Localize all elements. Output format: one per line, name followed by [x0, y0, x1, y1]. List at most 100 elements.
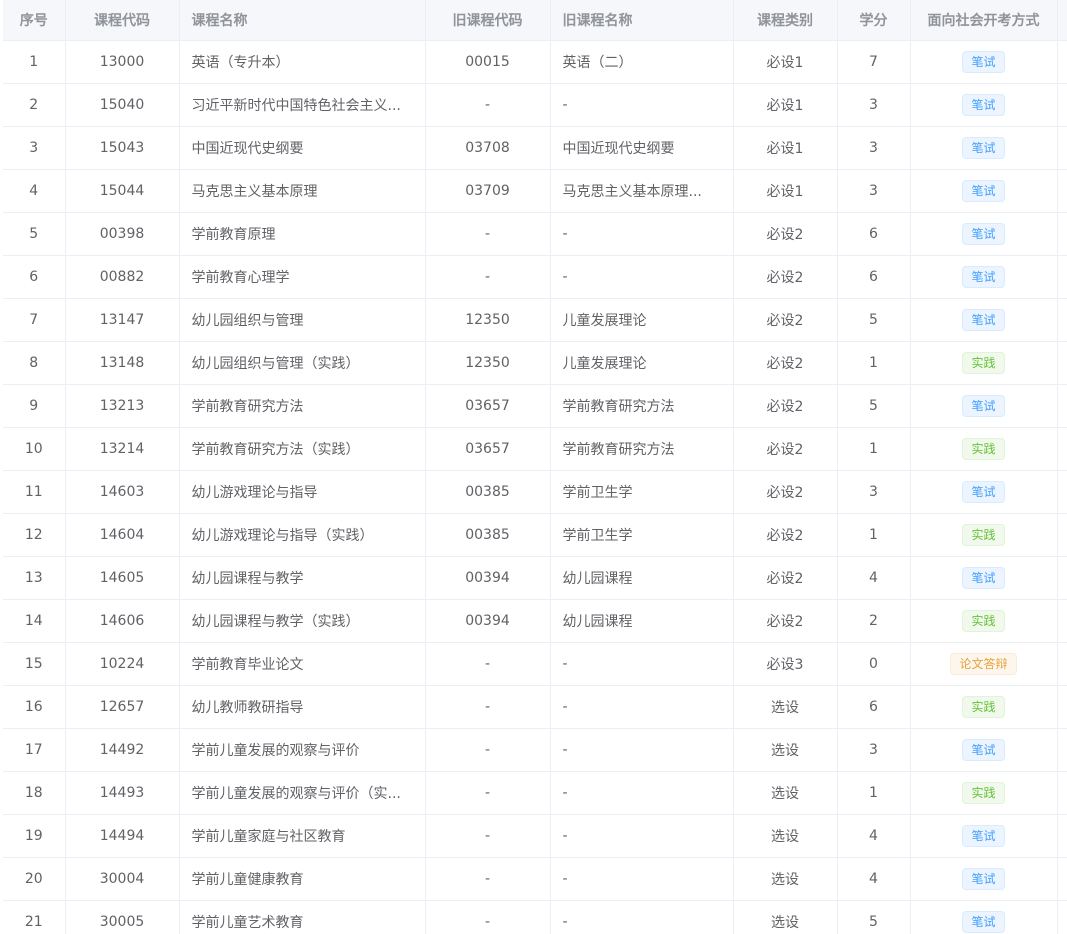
- cell-extra: [1057, 384, 1067, 428]
- table-row[interactable]: 8 13148 幼儿园组织与管理（实践） 12350 儿童发展理论 必设2 1 实践: [3, 341, 1067, 385]
- cell-credit: 3: [837, 126, 911, 170]
- cell-exam-mode: 笔试: [910, 857, 1058, 901]
- cell-credit: 5: [837, 298, 911, 342]
- cell-credit: 3: [837, 83, 911, 127]
- cell-old-course-name: 幼儿园课程: [550, 556, 734, 600]
- course-table: 序号 课程代码 课程名称 旧课程代码 旧课程名称 课程类别 学分 面向社会开考方…: [3, 0, 1067, 934]
- table-row[interactable]: 12 14604 幼儿游戏理论与指导（实践） 00385 学前卫生学 必设2 1 实践: [3, 513, 1067, 557]
- header-course-type: 课程类别: [733, 0, 838, 41]
- cell-credit: 4: [837, 857, 911, 901]
- table-row[interactable]: 2 15040 习近平新时代中国特色社会主义... - - 必设1 3 笔试: [3, 83, 1067, 127]
- cell-index: 2: [3, 83, 66, 127]
- cell-course-code: 14603: [65, 470, 180, 514]
- cell-course-code: 14604: [65, 513, 180, 557]
- cell-course-code: 00882: [65, 255, 180, 299]
- cell-exam-mode: 实践: [910, 599, 1058, 643]
- cell-index: 14: [3, 599, 66, 643]
- cell-index: 19: [3, 814, 66, 858]
- cell-credit: 1: [837, 513, 911, 557]
- table-row[interactable]: 17 14492 学前儿童发展的观察与评价 - - 选设 3 笔试: [3, 728, 1067, 772]
- cell-old-course-code: -: [425, 857, 551, 901]
- cell-extra: [1057, 771, 1067, 815]
- exam-mode-tag: 笔试: [962, 825, 1005, 847]
- table-row[interactable]: 14 14606 幼儿园课程与教学（实践） 00394 幼儿园课程 必设2 2 实践: [3, 599, 1067, 643]
- cell-index: 5: [3, 212, 66, 256]
- cell-old-course-code: -: [425, 212, 551, 256]
- table-row[interactable]: 7 13147 幼儿园组织与管理 12350 儿童发展理论 必设2 5 笔试: [3, 298, 1067, 342]
- cell-old-course-name: 学前教育研究方法: [550, 427, 734, 471]
- cell-index: 17: [3, 728, 66, 772]
- cell-extra: [1057, 814, 1067, 858]
- cell-old-course-code: -: [425, 814, 551, 858]
- cell-course-type: 选设: [733, 814, 838, 858]
- cell-credit: 5: [837, 384, 911, 428]
- table-row[interactable]: 18 14493 学前儿童发展的观察与评价（实... - - 选设 1 实践: [3, 771, 1067, 815]
- table-row[interactable]: 3 15043 中国近现代史纲要 03708 中国近现代史纲要 必设1 3 笔试: [3, 126, 1067, 170]
- cell-course-type: 必设2: [733, 470, 838, 514]
- cell-extra: [1057, 83, 1067, 127]
- table-row[interactable]: 9 13213 学前教育研究方法 03657 学前教育研究方法 必设2 5 笔试: [3, 384, 1067, 428]
- cell-old-course-name: 马克思主义基本原理...: [550, 169, 734, 213]
- table-row[interactable]: 13 14605 幼儿园课程与教学 00394 幼儿园课程 必设2 4 笔试: [3, 556, 1067, 600]
- table-row[interactable]: 11 14603 幼儿游戏理论与指导 00385 学前卫生学 必设2 3 笔试: [3, 470, 1067, 514]
- cell-extra: [1057, 642, 1067, 686]
- cell-old-course-name: -: [550, 771, 734, 815]
- cell-index: 12: [3, 513, 66, 557]
- cell-exam-mode: 笔试: [910, 298, 1058, 342]
- table-row[interactable]: 16 12657 幼儿教师教研指导 - - 选设 6 实践: [3, 685, 1067, 729]
- cell-credit: 2: [837, 599, 911, 643]
- cell-exam-mode: 实践: [910, 771, 1058, 815]
- cell-course-name: 习近平新时代中国特色社会主义...: [179, 83, 426, 127]
- course-table-container: 序号 课程代码 课程名称 旧课程代码 旧课程名称 课程类别 学分 面向社会开考方…: [0, 0, 1067, 934]
- cell-course-name: 幼儿园组织与管理: [179, 298, 426, 342]
- table-row[interactable]: 10 13214 学前教育研究方法（实践） 03657 学前教育研究方法 必设2 1 实践: [3, 427, 1067, 471]
- cell-course-code: 15040: [65, 83, 180, 127]
- cell-old-course-name: -: [550, 642, 734, 686]
- cell-exam-mode: 笔试: [910, 255, 1058, 299]
- cell-exam-mode: 论文答辩: [910, 642, 1058, 686]
- cell-course-type: 必设2: [733, 212, 838, 256]
- cell-index: 11: [3, 470, 66, 514]
- table-row[interactable]: 19 14494 学前儿童家庭与社区教育 - - 选设 4 笔试: [3, 814, 1067, 858]
- cell-course-code: 14606: [65, 599, 180, 643]
- header-index: 序号: [3, 0, 66, 41]
- cell-course-name: 学前教育原理: [179, 212, 426, 256]
- exam-mode-tag: 笔试: [962, 868, 1005, 890]
- cell-old-course-name: -: [550, 728, 734, 772]
- cell-extra: [1057, 298, 1067, 342]
- exam-mode-tag: 实践: [962, 524, 1005, 546]
- cell-course-name: 学前儿童发展的观察与评价（实...: [179, 771, 426, 815]
- cell-course-type: 必设2: [733, 513, 838, 557]
- header-course-code: 课程代码: [65, 0, 180, 41]
- cell-old-course-name: -: [550, 857, 734, 901]
- cell-exam-mode: 笔试: [910, 728, 1058, 772]
- table-row[interactable]: 1 13000 英语（专升本） 00015 英语（二） 必设1 7 笔试: [3, 40, 1067, 84]
- cell-course-name: 幼儿园组织与管理（实践）: [179, 341, 426, 385]
- table-row[interactable]: 21 30005 学前儿童艺术教育 - - 选设 5 笔试: [3, 900, 1067, 934]
- table-row[interactable]: 15 10224 学前教育毕业论文 - - 必设3 0 论文答辩: [3, 642, 1067, 686]
- cell-extra: [1057, 513, 1067, 557]
- table-row[interactable]: 5 00398 学前教育原理 - - 必设2 6 笔试: [3, 212, 1067, 256]
- cell-old-course-code: -: [425, 771, 551, 815]
- cell-course-name: 幼儿教师教研指导: [179, 685, 426, 729]
- cell-course-code: 14493: [65, 771, 180, 815]
- cell-credit: 6: [837, 685, 911, 729]
- exam-mode-tag: 笔试: [962, 395, 1005, 417]
- cell-credit: 3: [837, 169, 911, 213]
- table-row[interactable]: 20 30004 学前儿童健康教育 - - 选设 4 笔试: [3, 857, 1067, 901]
- cell-old-course-code: -: [425, 728, 551, 772]
- cell-old-course-code: -: [425, 642, 551, 686]
- cell-index: 4: [3, 169, 66, 213]
- cell-extra: [1057, 341, 1067, 385]
- cell-old-course-name: -: [550, 83, 734, 127]
- table-row[interactable]: 6 00882 学前教育心理学 - - 必设2 6 笔试: [3, 255, 1067, 299]
- cell-index: 21: [3, 900, 66, 934]
- cell-exam-mode: 实践: [910, 427, 1058, 471]
- exam-mode-tag: 实践: [962, 610, 1005, 632]
- cell-course-type: 必设2: [733, 255, 838, 299]
- cell-old-course-code: 00394: [425, 599, 551, 643]
- cell-index: 10: [3, 427, 66, 471]
- table-row[interactable]: 4 15044 马克思主义基本原理 03709 马克思主义基本原理... 必设1 3 笔试: [3, 169, 1067, 213]
- exam-mode-tag: 笔试: [962, 94, 1005, 116]
- cell-course-type: 选设: [733, 857, 838, 901]
